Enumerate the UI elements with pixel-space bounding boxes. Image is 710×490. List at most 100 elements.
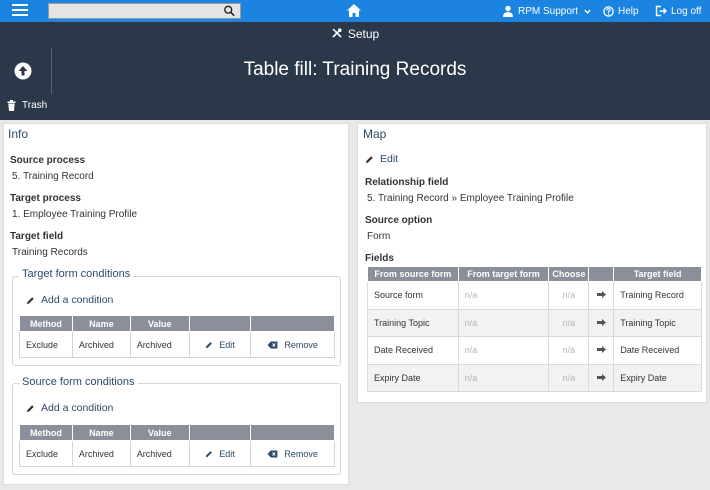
edit-condition-button[interactable]: Edit xyxy=(188,440,252,467)
column-header-name: Name xyxy=(71,424,131,441)
edit-label: Edit xyxy=(219,339,235,350)
map-edit-label: Edit xyxy=(380,153,399,165)
column-header-from-target: From target form xyxy=(457,266,550,282)
trash-button[interactable]: Trash xyxy=(7,100,47,111)
target-conditions-legend: Target form conditions xyxy=(19,268,134,280)
cell-target-field: Training Topic xyxy=(613,308,702,337)
pencil-icon xyxy=(365,155,373,163)
cell-source: Expiry Date xyxy=(367,363,459,392)
cell-target: n/a xyxy=(457,363,550,392)
column-header-arrow xyxy=(588,266,615,282)
home-icon[interactable] xyxy=(346,3,362,18)
setup-label: Setup xyxy=(347,27,380,41)
pencil-icon xyxy=(206,450,213,457)
chevron-down-icon xyxy=(584,9,591,14)
table-row: Exclude Archived Archived Edit Remove xyxy=(19,331,335,358)
arrow-right-icon xyxy=(588,281,615,310)
cell-target-field: Training Record xyxy=(613,281,702,310)
cell-method: Exclude xyxy=(19,331,73,358)
table-row: Date Received n/a n/a Date Received xyxy=(367,336,702,365)
backspace-icon xyxy=(268,449,278,458)
page-header: Setup Table fill: Training Records Trash xyxy=(0,22,710,120)
info-panel: Info Source process 5. Training Record T… xyxy=(3,123,349,485)
cell-name: Archived xyxy=(71,440,131,467)
hamburger-menu-icon[interactable] xyxy=(12,4,28,18)
table-row: Source form n/a n/a Training Record xyxy=(367,281,702,310)
backspace-icon xyxy=(268,340,278,349)
map-panel: Map Edit Relationship field 5. Training … xyxy=(357,123,707,403)
relationship-field-label: Relationship field xyxy=(365,177,449,188)
user-icon xyxy=(503,5,513,17)
cell-choose: n/a xyxy=(548,363,590,392)
relationship-field-value: 5. Training Record » Employee Training P… xyxy=(367,193,574,204)
source-option-label: Source option xyxy=(365,215,433,226)
target-field-label: Target field xyxy=(10,231,64,242)
source-conditions-legend: Source form conditions xyxy=(19,376,138,388)
column-header-choose: Choose xyxy=(548,266,590,282)
map-edit-link[interactable]: Edit xyxy=(365,153,398,165)
search-input[interactable] xyxy=(48,3,241,19)
table-header-row: From source form From target form Choose… xyxy=(367,266,702,282)
user-menu[interactable]: RPM Support xyxy=(502,0,592,22)
target-process-label: Target process xyxy=(10,193,81,204)
source-conditions-table: Method Name Value Exclude Archived Archi… xyxy=(19,424,335,467)
help-label: Help xyxy=(618,5,639,17)
logoff-link[interactable]: Log off xyxy=(655,0,701,22)
cell-name: Archived xyxy=(71,331,131,358)
cell-source: Source form xyxy=(367,281,459,310)
target-conditions-table: Method Name Value Exclude Archived Archi… xyxy=(19,315,335,358)
trash-label: Trash xyxy=(22,100,48,111)
pencil-icon xyxy=(26,404,34,412)
column-header-method: Method xyxy=(19,424,73,441)
source-option-value: Form xyxy=(367,231,391,242)
cell-value: Archived xyxy=(129,331,190,358)
target-process-value: 1. Employee Training Profile xyxy=(12,209,138,220)
cell-target: n/a xyxy=(457,281,550,310)
cell-target: n/a xyxy=(457,336,550,365)
column-header-edit xyxy=(188,315,252,332)
column-header-from-source: From source form xyxy=(367,266,459,282)
remove-condition-button[interactable]: Remove xyxy=(250,331,335,358)
cell-choose: n/a xyxy=(548,308,590,337)
cell-source: Date Received xyxy=(367,336,459,365)
remove-label: Remove xyxy=(284,448,318,459)
remove-condition-button[interactable]: Remove xyxy=(250,440,335,467)
source-process-value: 5. Training Record xyxy=(12,171,94,182)
logoff-label: Log off xyxy=(671,5,702,17)
fields-table: From source form From target form Choose… xyxy=(367,266,702,392)
edit-label: Edit xyxy=(219,448,235,459)
cell-choose: n/a xyxy=(548,336,590,365)
cell-method: Exclude xyxy=(19,440,73,467)
pencil-icon xyxy=(206,341,213,348)
map-title: Map xyxy=(363,127,387,141)
target-add-condition-link[interactable]: Add a condition xyxy=(26,294,113,306)
cell-value: Archived xyxy=(129,440,190,467)
trash-icon xyxy=(7,100,16,111)
user-menu-label: RPM Support xyxy=(518,5,579,17)
help-icon xyxy=(603,5,614,17)
arrow-right-icon xyxy=(588,363,615,392)
column-header-method: Method xyxy=(19,315,73,332)
target-field-value: Training Records xyxy=(12,247,88,258)
pencil-icon xyxy=(26,296,34,304)
column-header-remove xyxy=(250,424,335,441)
cell-target: n/a xyxy=(457,308,550,337)
table-header-row: Method Name Value xyxy=(19,315,335,332)
search-icon[interactable] xyxy=(223,5,236,17)
cell-choose: n/a xyxy=(548,281,590,310)
help-link[interactable]: Help xyxy=(603,0,639,22)
cell-target-field: Expiry Date xyxy=(613,363,702,392)
source-add-condition-link[interactable]: Add a condition xyxy=(26,402,113,414)
column-header-edit xyxy=(188,424,252,441)
arrow-right-icon xyxy=(588,336,615,365)
column-header-value: Value xyxy=(129,424,190,441)
logoff-icon xyxy=(655,5,667,17)
table-row: Exclude Archived Archived Edit Remove xyxy=(19,440,335,467)
setup-link[interactable]: Setup xyxy=(0,27,710,41)
source-process-label: Source process xyxy=(10,155,86,166)
arrow-right-icon xyxy=(588,308,615,337)
cell-source: Training Topic xyxy=(367,308,459,337)
top-nav-bar: RPM Support Help Log off xyxy=(0,0,710,22)
page-title: Table fill: Training Records xyxy=(243,59,467,80)
edit-condition-button[interactable]: Edit xyxy=(188,331,252,358)
